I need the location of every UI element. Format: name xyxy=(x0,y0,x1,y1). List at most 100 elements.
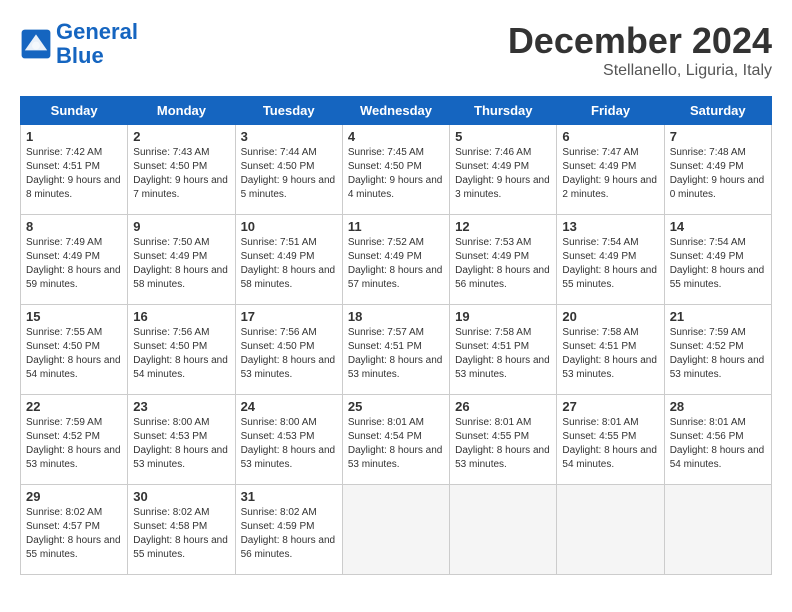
day-number: 14 xyxy=(670,219,766,234)
calendar-day-cell: 25 Sunrise: 8:01 AM Sunset: 4:54 PM Dayl… xyxy=(342,395,449,485)
sunset-label: Sunset: 4:54 PM xyxy=(348,431,422,442)
day-number: 15 xyxy=(26,309,122,324)
calendar-day-cell: 9 Sunrise: 7:50 AM Sunset: 4:49 PM Dayli… xyxy=(128,215,235,305)
sunset-label: Sunset: 4:49 PM xyxy=(670,251,744,262)
sunset-label: Sunset: 4:49 PM xyxy=(455,251,529,262)
day-info: Sunrise: 7:42 AM Sunset: 4:51 PM Dayligh… xyxy=(26,146,122,202)
calendar-day-cell: 26 Sunrise: 8:01 AM Sunset: 4:55 PM Dayl… xyxy=(450,395,557,485)
day-info: Sunrise: 7:47 AM Sunset: 4:49 PM Dayligh… xyxy=(562,146,658,202)
day-info: Sunrise: 7:54 AM Sunset: 4:49 PM Dayligh… xyxy=(670,236,766,292)
sunset-label: Sunset: 4:58 PM xyxy=(133,521,207,532)
day-info: Sunrise: 8:01 AM Sunset: 4:55 PM Dayligh… xyxy=(562,416,658,472)
day-number: 22 xyxy=(26,399,122,414)
day-info: Sunrise: 8:00 AM Sunset: 4:53 PM Dayligh… xyxy=(241,416,337,472)
daylight-label: Daylight: 8 hours and 59 minutes. xyxy=(26,265,121,290)
sunset-label: Sunset: 4:49 PM xyxy=(348,251,422,262)
sunset-label: Sunset: 4:49 PM xyxy=(562,251,636,262)
calendar-week-row: 1 Sunrise: 7:42 AM Sunset: 4:51 PM Dayli… xyxy=(21,125,772,215)
day-number: 26 xyxy=(455,399,551,414)
sunset-label: Sunset: 4:49 PM xyxy=(133,251,207,262)
sunset-label: Sunset: 4:49 PM xyxy=(241,251,315,262)
sunrise-label: Sunrise: 7:53 AM xyxy=(455,237,531,248)
sunset-label: Sunset: 4:49 PM xyxy=(26,251,100,262)
calendar-day-cell: 16 Sunrise: 7:56 AM Sunset: 4:50 PM Dayl… xyxy=(128,305,235,395)
day-number: 8 xyxy=(26,219,122,234)
sunrise-label: Sunrise: 7:58 AM xyxy=(562,327,638,338)
day-number: 9 xyxy=(133,219,229,234)
daylight-label: Daylight: 8 hours and 55 minutes. xyxy=(133,535,228,560)
calendar-day-cell: 21 Sunrise: 7:59 AM Sunset: 4:52 PM Dayl… xyxy=(664,305,771,395)
month-title: December 2024 xyxy=(508,20,772,62)
calendar-day-cell: 7 Sunrise: 7:48 AM Sunset: 4:49 PM Dayli… xyxy=(664,125,771,215)
day-number: 24 xyxy=(241,399,337,414)
sunset-label: Sunset: 4:51 PM xyxy=(348,341,422,352)
day-info: Sunrise: 7:51 AM Sunset: 4:49 PM Dayligh… xyxy=(241,236,337,292)
day-info: Sunrise: 7:56 AM Sunset: 4:50 PM Dayligh… xyxy=(241,326,337,382)
day-info: Sunrise: 7:48 AM Sunset: 4:49 PM Dayligh… xyxy=(670,146,766,202)
daylight-label: Daylight: 8 hours and 55 minutes. xyxy=(562,265,657,290)
sunrise-label: Sunrise: 7:56 AM xyxy=(241,327,317,338)
calendar-day-cell: 1 Sunrise: 7:42 AM Sunset: 4:51 PM Dayli… xyxy=(21,125,128,215)
calendar-day-cell: 5 Sunrise: 7:46 AM Sunset: 4:49 PM Dayli… xyxy=(450,125,557,215)
daylight-label: Daylight: 8 hours and 54 minutes. xyxy=(562,445,657,470)
location: Stellanello, Liguria, Italy xyxy=(508,62,772,80)
sunrise-label: Sunrise: 8:02 AM xyxy=(26,507,102,518)
sunrise-label: Sunrise: 7:46 AM xyxy=(455,147,531,158)
day-number: 3 xyxy=(241,129,337,144)
sunset-label: Sunset: 4:50 PM xyxy=(133,161,207,172)
sunset-label: Sunset: 4:49 PM xyxy=(670,161,744,172)
sunrise-label: Sunrise: 8:00 AM xyxy=(133,417,209,428)
calendar-day-cell xyxy=(557,485,664,575)
calendar-day-cell: 22 Sunrise: 7:59 AM Sunset: 4:52 PM Dayl… xyxy=(21,395,128,485)
day-info: Sunrise: 8:02 AM Sunset: 4:57 PM Dayligh… xyxy=(26,506,122,562)
day-number: 25 xyxy=(348,399,444,414)
day-number: 6 xyxy=(562,129,658,144)
calendar-day-cell: 11 Sunrise: 7:52 AM Sunset: 4:49 PM Dayl… xyxy=(342,215,449,305)
day-info: Sunrise: 7:54 AM Sunset: 4:49 PM Dayligh… xyxy=(562,236,658,292)
day-info: Sunrise: 7:58 AM Sunset: 4:51 PM Dayligh… xyxy=(455,326,551,382)
day-info: Sunrise: 7:56 AM Sunset: 4:50 PM Dayligh… xyxy=(133,326,229,382)
calendar-day-cell: 2 Sunrise: 7:43 AM Sunset: 4:50 PM Dayli… xyxy=(128,125,235,215)
sunset-label: Sunset: 4:55 PM xyxy=(455,431,529,442)
day-number: 4 xyxy=(348,129,444,144)
day-number: 20 xyxy=(562,309,658,324)
daylight-label: Daylight: 8 hours and 53 minutes. xyxy=(348,445,443,470)
daylight-label: Daylight: 8 hours and 56 minutes. xyxy=(455,265,550,290)
day-number: 21 xyxy=(670,309,766,324)
sunrise-label: Sunrise: 7:57 AM xyxy=(348,327,424,338)
day-info: Sunrise: 7:55 AM Sunset: 4:50 PM Dayligh… xyxy=(26,326,122,382)
sunset-label: Sunset: 4:59 PM xyxy=(241,521,315,532)
daylight-label: Daylight: 9 hours and 0 minutes. xyxy=(670,175,765,200)
calendar-day-cell xyxy=(342,485,449,575)
logo-line2: Blue xyxy=(56,43,104,68)
sunset-label: Sunset: 4:55 PM xyxy=(562,431,636,442)
sunset-label: Sunset: 4:51 PM xyxy=(26,161,100,172)
calendar-week-row: 15 Sunrise: 7:55 AM Sunset: 4:50 PM Dayl… xyxy=(21,305,772,395)
day-info: Sunrise: 7:45 AM Sunset: 4:50 PM Dayligh… xyxy=(348,146,444,202)
sunrise-label: Sunrise: 8:01 AM xyxy=(562,417,638,428)
day-number: 1 xyxy=(26,129,122,144)
logo: General Blue xyxy=(20,20,138,68)
day-info: Sunrise: 8:01 AM Sunset: 4:56 PM Dayligh… xyxy=(670,416,766,472)
calendar-day-cell: 27 Sunrise: 8:01 AM Sunset: 4:55 PM Dayl… xyxy=(557,395,664,485)
day-number: 12 xyxy=(455,219,551,234)
sunrise-label: Sunrise: 7:59 AM xyxy=(26,417,102,428)
daylight-label: Daylight: 8 hours and 53 minutes. xyxy=(241,445,336,470)
logo-line1: General xyxy=(56,19,138,44)
day-number: 31 xyxy=(241,489,337,504)
daylight-label: Daylight: 8 hours and 54 minutes. xyxy=(133,355,228,380)
sunset-label: Sunset: 4:53 PM xyxy=(241,431,315,442)
day-info: Sunrise: 7:46 AM Sunset: 4:49 PM Dayligh… xyxy=(455,146,551,202)
calendar-day-cell: 12 Sunrise: 7:53 AM Sunset: 4:49 PM Dayl… xyxy=(450,215,557,305)
daylight-label: Daylight: 8 hours and 53 minutes. xyxy=(562,355,657,380)
day-number: 2 xyxy=(133,129,229,144)
day-info: Sunrise: 7:50 AM Sunset: 4:49 PM Dayligh… xyxy=(133,236,229,292)
calendar-day-cell: 24 Sunrise: 8:00 AM Sunset: 4:53 PM Dayl… xyxy=(235,395,342,485)
calendar-day-cell: 14 Sunrise: 7:54 AM Sunset: 4:49 PM Dayl… xyxy=(664,215,771,305)
sunrise-label: Sunrise: 7:44 AM xyxy=(241,147,317,158)
calendar-week-row: 8 Sunrise: 7:49 AM Sunset: 4:49 PM Dayli… xyxy=(21,215,772,305)
sunrise-label: Sunrise: 8:01 AM xyxy=(455,417,531,428)
sunrise-label: Sunrise: 8:01 AM xyxy=(348,417,424,428)
day-info: Sunrise: 8:02 AM Sunset: 4:59 PM Dayligh… xyxy=(241,506,337,562)
calendar-day-cell: 31 Sunrise: 8:02 AM Sunset: 4:59 PM Dayl… xyxy=(235,485,342,575)
